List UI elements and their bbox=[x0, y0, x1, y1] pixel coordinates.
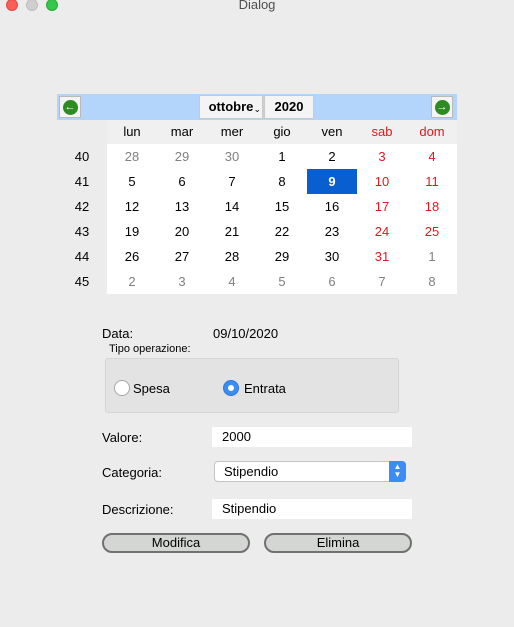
calendar-day[interactable]: 2 bbox=[307, 144, 357, 169]
calendar-day-selected[interactable]: 9 bbox=[307, 169, 357, 194]
calendar-day[interactable]: 4 bbox=[207, 269, 257, 294]
categoria-selected-value: Stipendio bbox=[224, 464, 279, 479]
calendar-day[interactable]: 6 bbox=[307, 269, 357, 294]
categoria-label: Categoria: bbox=[102, 465, 162, 480]
calendar-day[interactable]: 30 bbox=[307, 244, 357, 269]
calendar-day[interactable]: 27 bbox=[157, 244, 207, 269]
week-number: 40 bbox=[74, 149, 90, 164]
spesa-radio-label[interactable]: Spesa bbox=[133, 381, 170, 396]
valore-input[interactable]: 2000 bbox=[212, 427, 412, 447]
calendar-day[interactable]: 2 bbox=[107, 269, 157, 294]
calendar-day[interactable]: 1 bbox=[407, 244, 457, 269]
window-title: Dialog bbox=[238, 0, 276, 12]
calendar-day[interactable]: 13 bbox=[157, 194, 207, 219]
weekday-header-dom: dom bbox=[419, 124, 445, 139]
calendar-day[interactable]: 15 bbox=[257, 194, 307, 219]
calendar-day[interactable]: 29 bbox=[257, 244, 307, 269]
elimina-button[interactable]: Elimina bbox=[264, 533, 412, 553]
calendar-day[interactable]: 29 bbox=[157, 144, 207, 169]
month-label: ottobre bbox=[208, 99, 254, 114]
month-selector[interactable]: ottobre ⌄ bbox=[199, 95, 263, 119]
entrata-radio[interactable] bbox=[223, 380, 239, 396]
week-number: 41 bbox=[74, 174, 90, 189]
arrow-right-icon: → bbox=[434, 99, 450, 115]
calendar-day[interactable]: 23 bbox=[307, 219, 357, 244]
calendar-day[interactable]: 24 bbox=[357, 219, 407, 244]
week-number: 45 bbox=[74, 274, 90, 289]
calendar-day[interactable]: 7 bbox=[357, 269, 407, 294]
calendar-day[interactable]: 8 bbox=[257, 169, 307, 194]
calendar-day[interactable]: 14 bbox=[207, 194, 257, 219]
data-value: 09/10/2020 bbox=[213, 326, 279, 341]
week-number: 44 bbox=[74, 249, 90, 264]
calendar-navigation-bar: ← ottobre ⌄ 2020 → bbox=[57, 94, 457, 120]
calendar-day[interactable]: 28 bbox=[207, 244, 257, 269]
calendar-day[interactable]: 5 bbox=[107, 169, 157, 194]
weekday-header-gio: gio bbox=[273, 124, 291, 139]
calendar-day[interactable]: 5 bbox=[257, 269, 307, 294]
weekday-header-lun: lun bbox=[123, 124, 141, 139]
calendar-day[interactable]: 26 bbox=[107, 244, 157, 269]
calendar-day[interactable]: 30 bbox=[207, 144, 257, 169]
calendar-day[interactable]: 18 bbox=[407, 194, 457, 219]
categoria-select[interactable]: Stipendio ▲ ▼ bbox=[214, 461, 406, 482]
title-bar: Dialog bbox=[0, 0, 514, 12]
calendar-day[interactable]: 22 bbox=[257, 219, 307, 244]
arrow-left-icon: ← bbox=[62, 99, 78, 115]
valore-label: Valore: bbox=[102, 430, 143, 445]
previous-month-button[interactable]: ← bbox=[59, 96, 81, 118]
year-selector[interactable]: 2020 bbox=[264, 95, 314, 119]
descrizione-label: Descrizione: bbox=[102, 502, 174, 517]
radio-selected-dot bbox=[228, 385, 234, 391]
calendar-day[interactable]: 4 bbox=[407, 144, 457, 169]
weekday-header-ven: ven bbox=[321, 124, 343, 139]
calendar-day[interactable]: 3 bbox=[357, 144, 407, 169]
descrizione-input[interactable]: Stipendio bbox=[212, 499, 412, 519]
modifica-button[interactable]: Modifica bbox=[102, 533, 250, 553]
next-month-button[interactable]: → bbox=[431, 96, 453, 118]
tipo-operazione-title: Tipo operazione: bbox=[109, 343, 191, 355]
calendar-day[interactable]: 31 bbox=[357, 244, 407, 269]
entrata-radio-label[interactable]: Entrata bbox=[244, 381, 286, 396]
calendar-day[interactable]: 1 bbox=[257, 144, 307, 169]
week-number: 42 bbox=[74, 199, 90, 214]
calendar-day[interactable]: 20 bbox=[157, 219, 207, 244]
calendar-day[interactable]: 8 bbox=[407, 269, 457, 294]
calendar-day[interactable]: 11 bbox=[407, 169, 457, 194]
calendar-day[interactable]: 19 bbox=[107, 219, 157, 244]
week-number: 43 bbox=[74, 224, 90, 239]
calendar-grid: lun mar mer gio ven sab dom 40 28 29 30 1 2 3 4 41 5 6 7 8 9… bbox=[57, 120, 457, 294]
calendar-day[interactable]: 7 bbox=[207, 169, 257, 194]
calendar-day[interactable]: 16 bbox=[307, 194, 357, 219]
weekday-header-sab: sab bbox=[371, 124, 393, 139]
spesa-radio[interactable] bbox=[114, 380, 130, 396]
calendar-day[interactable]: 3 bbox=[157, 269, 207, 294]
calendar-day[interactable]: 12 bbox=[107, 194, 157, 219]
calendar-day[interactable]: 25 bbox=[407, 219, 457, 244]
weekday-header-mer: mer bbox=[220, 124, 244, 139]
calendar-day[interactable]: 10 bbox=[357, 169, 407, 194]
data-label: Data: bbox=[102, 326, 134, 341]
calendar-day[interactable]: 6 bbox=[157, 169, 207, 194]
chevron-down-icon: ⌄ bbox=[253, 104, 261, 114]
calendar-day[interactable]: 17 bbox=[357, 194, 407, 219]
calendar-day[interactable]: 21 bbox=[207, 219, 257, 244]
calendar-day[interactable]: 28 bbox=[107, 144, 157, 169]
updown-chevron-icon: ▲ ▼ bbox=[389, 461, 406, 482]
calendar-widget: ← ottobre ⌄ 2020 → lun mar mer gio ven sab dom… bbox=[57, 94, 457, 294]
weekday-header-mar: mar bbox=[170, 124, 194, 139]
